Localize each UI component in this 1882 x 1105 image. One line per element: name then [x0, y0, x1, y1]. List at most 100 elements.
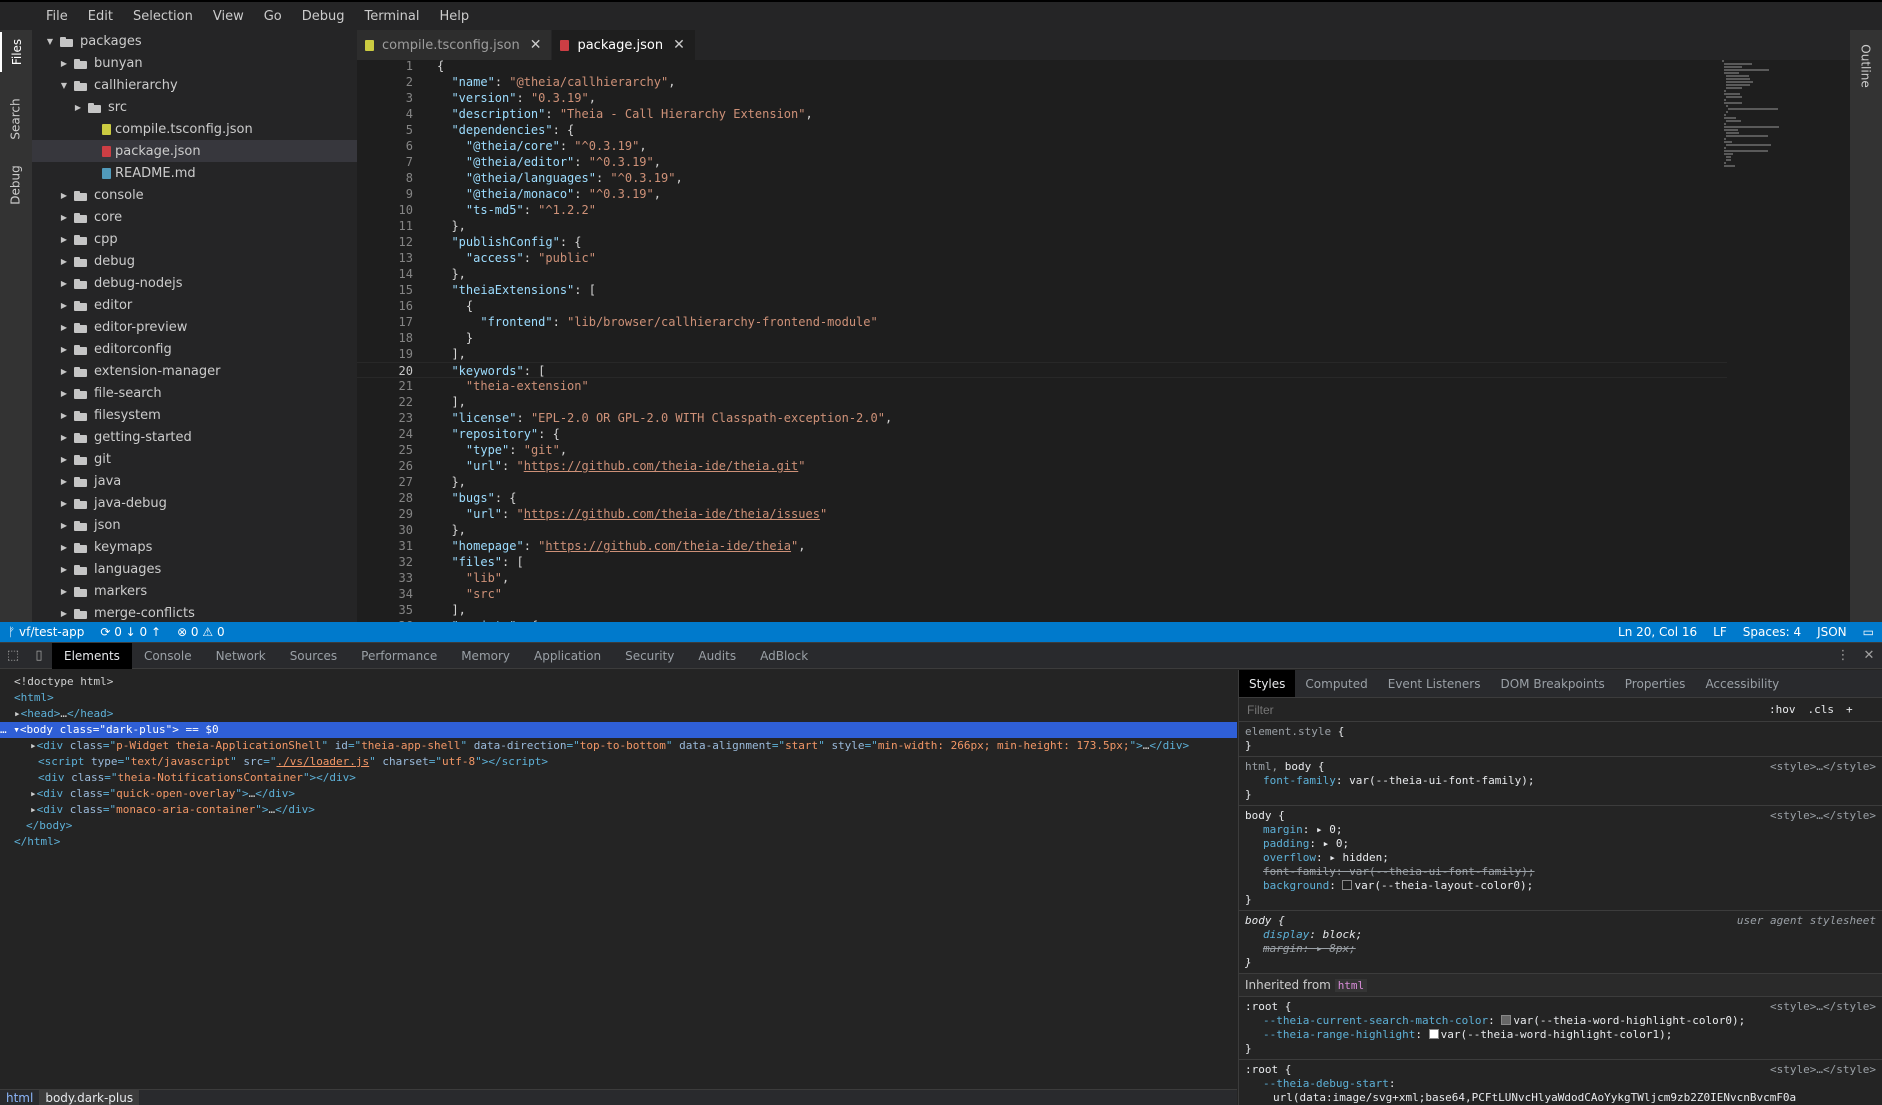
tree-item-console[interactable]: ▶ console [32, 184, 357, 206]
code-line[interactable]: 11 }, [357, 218, 1727, 234]
hover-state-button[interactable]: :hov [1763, 703, 1802, 716]
more-options-icon[interactable]: ⋮ [1830, 643, 1856, 669]
styles-tab-accessibility[interactable]: Accessibility [1695, 670, 1789, 697]
chevron-right-icon[interactable]: ▶ [58, 521, 70, 530]
devtools-tab-audits[interactable]: Audits [686, 643, 748, 669]
close-icon[interactable]: ✕ [673, 37, 685, 53]
tree-item-json[interactable]: ▶ json [32, 514, 357, 536]
code-line[interactable]: 18 } [357, 330, 1727, 346]
code-line[interactable]: 28 "bugs": { [357, 490, 1727, 506]
problems-count[interactable]: ⊗ 0 ⚠ 0 [169, 625, 233, 639]
elements-tree[interactable]: <!doctype html> <html> ▸<head>…</head> …… [0, 670, 1237, 1090]
body-close-line[interactable]: </body> [26, 818, 1263, 834]
code-line[interactable]: 22 ], [357, 394, 1727, 410]
chevron-right-icon[interactable]: ▶ [58, 279, 70, 288]
devtools-tab-memory[interactable]: Memory [449, 643, 522, 669]
code-line[interactable]: 16 { [357, 298, 1727, 314]
chevron-right-icon[interactable]: ▶ [58, 455, 70, 464]
end-of-line[interactable]: LF [1705, 625, 1735, 639]
chevron-right-icon[interactable]: ▶ [58, 345, 70, 354]
rule-body[interactable]: <style>…</style> body { margin: ▸ 0; pad… [1239, 806, 1882, 911]
device-toolbar-icon[interactable]: ▯ [26, 643, 52, 669]
devtools-tab-elements[interactable]: Elements [52, 642, 132, 669]
styles-tab-dom-breakpoints[interactable]: DOM Breakpoints [1490, 670, 1614, 697]
menu-file[interactable]: File [36, 9, 78, 24]
close-icon[interactable]: ✕ [530, 37, 542, 53]
tree-item-java-debug[interactable]: ▶ java-debug [32, 492, 357, 514]
tab-search[interactable]: Search [0, 92, 32, 146]
aria-container-line[interactable]: ▸<div class="monaco-aria-container">…</d… [30, 802, 1267, 818]
breadcrumb-item[interactable]: html [0, 1090, 39, 1105]
devtools-tab-network[interactable]: Network [204, 643, 278, 669]
tree-item-debug[interactable]: ▶ debug [32, 250, 357, 272]
cursor-position[interactable]: Ln 20, Col 16 [1610, 625, 1705, 639]
tab-debug[interactable]: Debug [0, 158, 32, 212]
tab-outline[interactable]: Outline [1850, 34, 1882, 98]
indentation[interactable]: Spaces: 4 [1735, 625, 1809, 639]
doctype-line[interactable]: <!doctype html> [14, 674, 1251, 690]
tree-item-editor-preview[interactable]: ▶ editor-preview [32, 316, 357, 338]
menu-go[interactable]: Go [254, 9, 292, 24]
head-line[interactable]: ▸<head>…</head> [14, 706, 1251, 722]
menu-debug[interactable]: Debug [292, 9, 355, 24]
chevron-right-icon[interactable]: ▶ [58, 543, 70, 552]
menu-selection[interactable]: Selection [123, 9, 203, 24]
menu-edit[interactable]: Edit [78, 9, 123, 24]
devtools-tab-console[interactable]: Console [132, 643, 204, 669]
tree-item-filesystem[interactable]: ▶ filesystem [32, 404, 357, 426]
chevron-right-icon[interactable]: ▶ [58, 609, 70, 618]
tree-item-src[interactable]: ▶ src [32, 96, 357, 118]
chevron-right-icon[interactable]: ▶ [58, 499, 70, 508]
code-line[interactable]: 31 "homepage": "https://github.com/theia… [357, 538, 1727, 554]
rule-root-1[interactable]: <style>…</style> :root { --theia-current… [1239, 997, 1882, 1060]
tree-item-package-json[interactable]: package.json [32, 140, 357, 162]
rule-user-agent[interactable]: user agent stylesheet body { display: bl… [1239, 911, 1882, 974]
code-line[interactable]: 33 "lib", [357, 570, 1727, 586]
tree-item-getting-started[interactable]: ▶ getting-started [32, 426, 357, 448]
chevron-right-icon[interactable]: ▶ [72, 103, 84, 112]
devtools-tab-adblock[interactable]: AdBlock [748, 643, 820, 669]
tab-files[interactable]: Files [0, 32, 32, 72]
code-line[interactable]: 24 "repository": { [357, 426, 1727, 442]
tree-item-compile-tsconfig-json[interactable]: compile.tsconfig.json [32, 118, 357, 140]
notifications-icon[interactable]: ▭ [1855, 625, 1882, 639]
git-branch[interactable]: ᚠ vf/test-app [0, 625, 92, 639]
code-line[interactable]: 9 "@theia/monaco": "^0.3.19", [357, 186, 1727, 202]
notifications-line[interactable]: <div class="theia-NotificationsContainer… [38, 770, 1275, 786]
tree-item-cpp[interactable]: ▶ cpp [32, 228, 357, 250]
code-line[interactable]: 27 }, [357, 474, 1727, 490]
code-line[interactable]: 6 "@theia/core": "^0.3.19", [357, 138, 1727, 154]
chevron-down-icon[interactable]: ▼ [44, 37, 56, 46]
rule-element-style[interactable]: element.style { } [1239, 722, 1882, 757]
chevron-right-icon[interactable]: ▶ [58, 565, 70, 574]
chevron-right-icon[interactable]: ▶ [58, 587, 70, 596]
code-line[interactable]: 5 "dependencies": { [357, 122, 1727, 138]
chevron-right-icon[interactable]: ▶ [58, 191, 70, 200]
tree-item-markers[interactable]: ▶ markers [32, 580, 357, 602]
devtools-tab-sources[interactable]: Sources [278, 643, 349, 669]
chevron-right-icon[interactable]: ▶ [58, 477, 70, 486]
editor-tab-compile-tsconfig-json[interactable]: compile.tsconfig.json ✕ [357, 30, 553, 60]
tree-item-extension-manager[interactable]: ▶ extension-manager [32, 360, 357, 382]
styles-tab-properties[interactable]: Properties [1615, 670, 1696, 697]
code-line[interactable]: 32 "files": [ [357, 554, 1727, 570]
tree-item-editor[interactable]: ▶ editor [32, 294, 357, 316]
code-line[interactable]: 8 "@theia/languages": "^0.3.19", [357, 170, 1727, 186]
breadcrumb-item[interactable]: body.dark-plus [39, 1090, 140, 1105]
code-line[interactable]: 7 "@theia/editor": "^0.3.19", [357, 154, 1727, 170]
chevron-right-icon[interactable]: ▶ [58, 411, 70, 420]
code-line[interactable]: 20 "keywords": [ [357, 362, 1727, 378]
code-line[interactable]: 35 ], [357, 602, 1727, 618]
rule-root-2[interactable]: <style>…</style> :root { --theia-debug-s… [1239, 1060, 1882, 1105]
code-line[interactable]: 15 "theiaExtensions": [ [357, 282, 1727, 298]
tree-item-readme-md[interactable]: README.md [32, 162, 357, 184]
menu-help[interactable]: Help [429, 9, 479, 24]
code-line[interactable]: 19 ], [357, 346, 1727, 362]
class-toggle-button[interactable]: .cls [1802, 703, 1841, 716]
tree-item-packages[interactable]: ▼ packages [32, 30, 357, 52]
code-line[interactable]: 25 "type": "git", [357, 442, 1727, 458]
code-line[interactable]: 10 "ts-md5": "^1.2.2" [357, 202, 1727, 218]
code-line[interactable]: 23 "license": "EPL-2.0 OR GPL-2.0 WITH C… [357, 410, 1727, 426]
tree-item-java[interactable]: ▶ java [32, 470, 357, 492]
styles-tab-styles[interactable]: Styles [1239, 670, 1296, 697]
